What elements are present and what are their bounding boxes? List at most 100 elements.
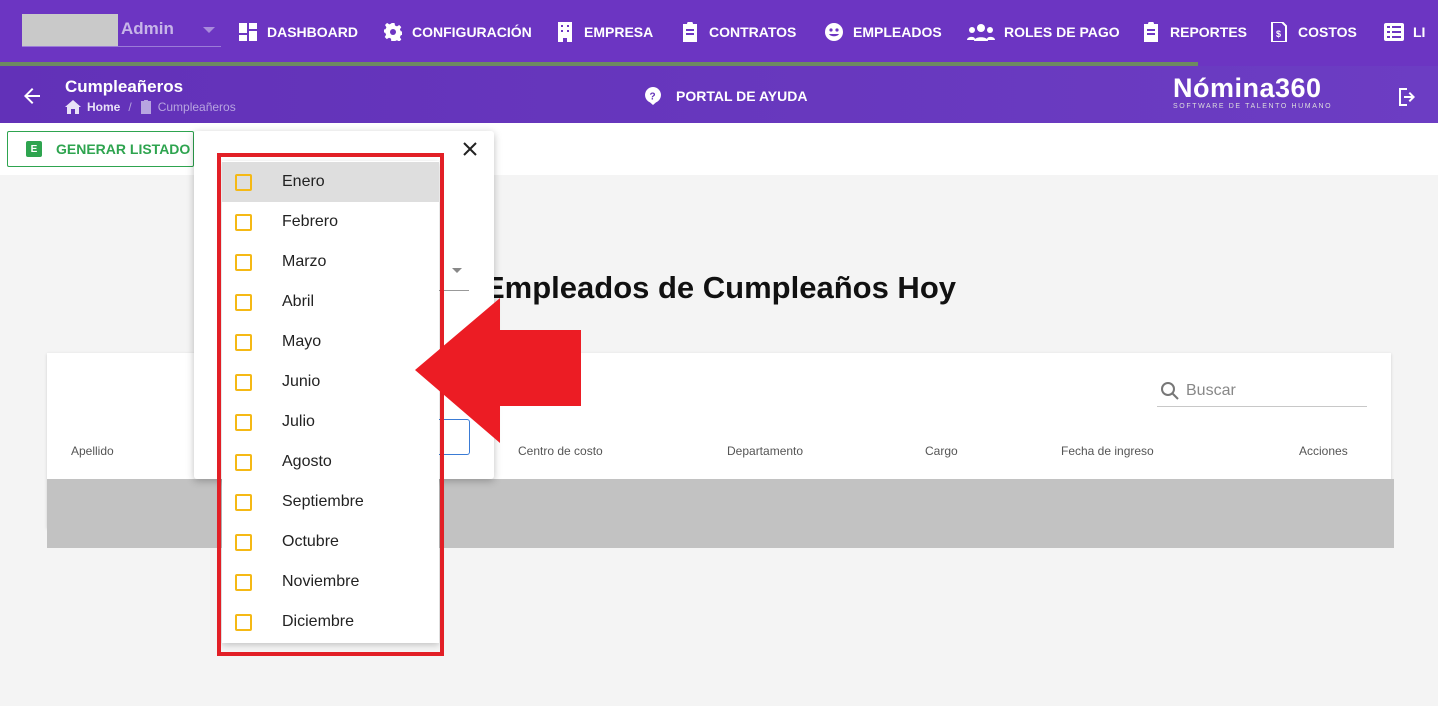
- close-icon[interactable]: [460, 139, 480, 159]
- month-label: Agosto: [282, 453, 332, 470]
- search-field[interactable]: [1157, 376, 1367, 407]
- month-label: Octubre: [282, 533, 339, 550]
- month-option-noviembre[interactable]: Noviembre: [222, 562, 439, 602]
- month-checkbox[interactable]: [235, 213, 252, 231]
- user-select[interactable]: Admin: [22, 14, 221, 47]
- month-option-abril[interactable]: Abril: [222, 282, 439, 322]
- main-title: Empleados de Cumpleaños Hoy: [484, 270, 956, 305]
- nav-empresa[interactable]: EMPRESA: [554, 20, 653, 44]
- help-portal-label: PORTAL DE AYUDA: [676, 88, 808, 104]
- month-checkbox[interactable]: [235, 413, 252, 431]
- building-icon: [554, 21, 576, 43]
- month-checkbox[interactable]: [235, 293, 252, 311]
- invoice-icon: $: [1268, 21, 1290, 43]
- month-label: Junio: [282, 373, 321, 390]
- breadcrumb-home[interactable]: Home: [87, 100, 120, 114]
- logout-icon[interactable]: [1396, 86, 1418, 108]
- nav-empresa-label: EMPRESA: [584, 24, 654, 40]
- nav-li[interactable]: LI: [1383, 20, 1425, 44]
- month-label: Mayo: [282, 333, 322, 350]
- month-label: Abril: [282, 293, 315, 310]
- generate-list-button[interactable]: E GENERAR LISTADO: [7, 131, 194, 167]
- nav-contratos[interactable]: CONTRATOS: [679, 20, 796, 44]
- clipboard-icon: [1140, 21, 1162, 43]
- month-checkbox[interactable]: [235, 333, 252, 351]
- month-option-mayo[interactable]: Mayo: [222, 322, 439, 362]
- month-option-marzo[interactable]: Marzo: [222, 242, 439, 282]
- list-icon: [1383, 21, 1405, 43]
- nav-reportes[interactable]: REPORTES: [1140, 20, 1247, 44]
- help-icon: ?: [645, 87, 661, 105]
- users-icon: [966, 21, 996, 43]
- logo-wordmark: Nómina360: [1173, 73, 1322, 103]
- month-label: Septiembre: [282, 493, 364, 510]
- nav-costos-label: COSTOS: [1298, 24, 1357, 40]
- excel-icon: E: [26, 141, 42, 157]
- month-option-agosto[interactable]: Agosto: [222, 442, 439, 482]
- breadcrumb-separator: /: [128, 100, 132, 114]
- month-label: Enero: [282, 173, 325, 190]
- month-option-enero[interactable]: Enero: [222, 162, 439, 202]
- column-header-departamento[interactable]: Departamento: [727, 444, 803, 458]
- month-checkbox[interactable]: [235, 253, 252, 271]
- nav-dashboard-label: DASHBOARD: [267, 24, 358, 40]
- month-checkbox[interactable]: [235, 613, 252, 631]
- month-select-underline: [439, 290, 469, 291]
- month-checkbox[interactable]: [235, 373, 252, 391]
- employees-icon: [823, 21, 845, 43]
- month-label: Julio: [282, 413, 315, 430]
- month-label: Noviembre: [282, 573, 360, 590]
- breadcrumb: Home / Cumpleañeros: [65, 100, 236, 114]
- month-checkbox[interactable]: [235, 533, 252, 551]
- month-option-octubre[interactable]: Octubre: [222, 522, 439, 562]
- column-header-cargo[interactable]: Cargo: [925, 444, 958, 458]
- month-option-julio[interactable]: Julio: [222, 402, 439, 442]
- month-option-septiembre[interactable]: Septiembre: [222, 482, 439, 522]
- nav-roles-de-pago[interactable]: ROLES DE PAGO: [966, 20, 1120, 44]
- nav-costos[interactable]: $ COSTOS: [1268, 20, 1357, 44]
- column-header-fecha-de-ingreso[interactable]: Fecha de ingreso: [1061, 444, 1154, 458]
- nav-roles-de-pago-label: ROLES DE PAGO: [1004, 24, 1120, 40]
- month-checkbox[interactable]: [235, 453, 252, 471]
- logo-tagline: SOFTWARE DE TALENTO HUMANO: [1173, 103, 1333, 110]
- svg-text:$: $: [1276, 29, 1281, 39]
- user-name: Admin: [121, 19, 174, 38]
- help-portal-link[interactable]: ? PORTAL DE AYUDA: [644, 87, 807, 105]
- dialog-action-button[interactable]: [439, 419, 470, 455]
- month-option-diciembre[interactable]: Diciembre: [222, 602, 439, 642]
- column-header-acciones: Acciones: [1299, 444, 1348, 458]
- top-navbar: Admin DASHBOARD CONFIGURACIÓN EMPRESA CO…: [0, 0, 1438, 66]
- nav-configuracion-label: CONFIGURACIÓN: [412, 24, 532, 40]
- month-checkbox[interactable]: [235, 493, 252, 511]
- home-icon: [65, 100, 81, 114]
- month-checkbox[interactable]: [235, 173, 252, 191]
- month-dropdown-list: Enero Febrero Marzo Abril Mayo Junio Jul…: [222, 161, 439, 643]
- nav-reportes-label: REPORTES: [1170, 24, 1248, 40]
- clipboard-icon: [140, 100, 151, 114]
- nav-empleados[interactable]: EMPLEADOS: [823, 20, 942, 44]
- generate-list-label: GENERAR LISTADO: [56, 141, 191, 157]
- nav-li-label: LI: [1413, 24, 1426, 40]
- column-header-centro-de-costo[interactable]: Centro de costo: [518, 444, 603, 458]
- nav-dashboard[interactable]: DASHBOARD: [237, 20, 358, 44]
- chevron-down-icon: [203, 27, 215, 33]
- user-avatar: [22, 14, 118, 46]
- nav-empleados-label: EMPLEADOS: [853, 24, 942, 40]
- column-header-apellido[interactable]: Apellido: [71, 444, 114, 458]
- search-icon: [1161, 382, 1179, 400]
- dashboard-icon: [237, 21, 259, 43]
- nav-configuracion[interactable]: CONFIGURACIÓN: [382, 20, 532, 44]
- month-checkbox[interactable]: [235, 573, 252, 591]
- gear-icon: [382, 21, 404, 43]
- month-label: Febrero: [282, 213, 339, 230]
- nav-contratos-label: CONTRATOS: [709, 24, 797, 40]
- month-option-febrero[interactable]: Febrero: [222, 202, 439, 242]
- month-label: Diciembre: [282, 613, 355, 630]
- back-arrow-icon[interactable]: [20, 84, 44, 108]
- page-title: Cumpleañeros: [65, 77, 184, 96]
- search-input[interactable]: [1186, 382, 1356, 400]
- page-header: Cumpleañeros Home / Cumpleañeros ? PORTA…: [0, 66, 1438, 123]
- month-option-junio[interactable]: Junio: [222, 362, 439, 402]
- chevron-down-icon[interactable]: [452, 268, 462, 273]
- svg-text:?: ?: [650, 92, 656, 103]
